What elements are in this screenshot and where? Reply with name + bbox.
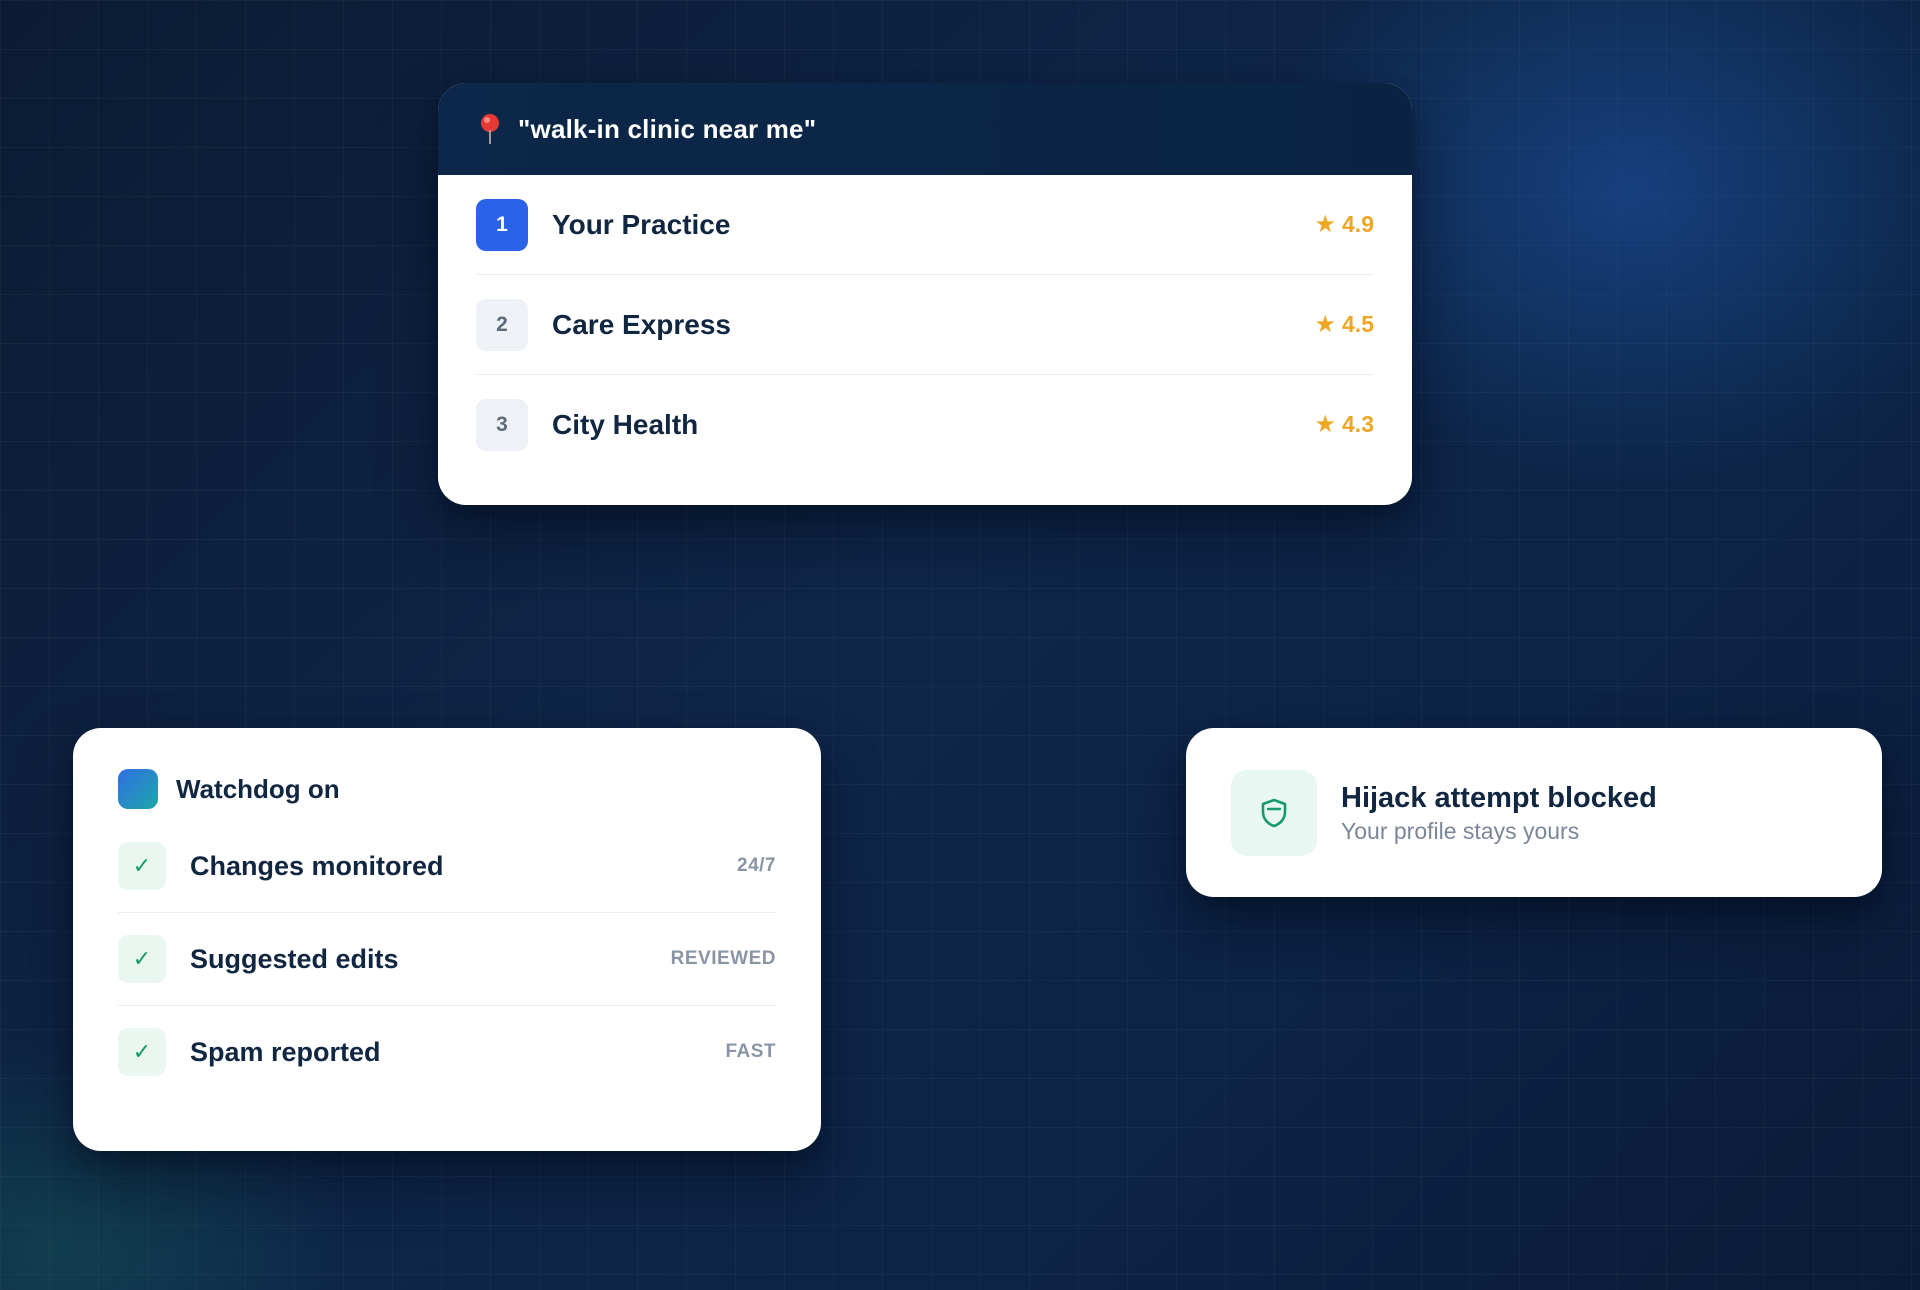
watchdog-card: Watchdog on ✓ Changes monitored 24/7 ✓ S…	[73, 728, 821, 1151]
search-header: "walk-in clinic near me"	[438, 83, 1412, 175]
check-meta: REVIEWED	[670, 948, 776, 969]
check-icon: ✓	[118, 935, 166, 983]
search-results-card: "walk-in clinic near me" 1 Your Practice…	[438, 83, 1412, 505]
shield-icon	[1231, 769, 1317, 856]
rating: ★ 4.5	[1315, 310, 1375, 339]
star-icon: ★	[1314, 311, 1337, 338]
check-row: ✓ Suggested edits REVIEWED	[118, 913, 776, 1006]
rank-badge: 1	[476, 198, 528, 251]
watchdog-checklist: ✓ Changes monitored 24/7 ✓ Suggested edi…	[118, 820, 776, 1098]
rating: ★ 4.3	[1315, 410, 1375, 439]
check-icon: ✓	[118, 842, 166, 890]
check-label: Spam reported	[190, 1036, 381, 1067]
check-meta: FAST	[725, 1041, 776, 1062]
check-row: ✓ Spam reported FAST	[118, 1006, 776, 1098]
check-meta: 24/7	[737, 855, 776, 876]
result-row[interactable]: 1 Your Practice ★ 4.9	[476, 175, 1374, 275]
result-row[interactable]: 3 City Health ★ 4.3	[476, 375, 1374, 474]
check-icon: ✓	[118, 1028, 166, 1076]
rank-badge: 3	[476, 398, 528, 451]
status-indicator-icon	[118, 769, 158, 809]
rating: ★ 4.9	[1315, 210, 1375, 239]
rating-value: 4.5	[1342, 311, 1374, 337]
watchdog-header: Watchdog on	[118, 768, 776, 810]
search-results-list: 1 Your Practice ★ 4.9 2 Care Express ★ 4…	[438, 175, 1412, 474]
result-name: City Health	[552, 408, 699, 440]
rank-badge: 2	[476, 298, 528, 351]
rating-value: 4.9	[1342, 211, 1374, 237]
check-row: ✓ Changes monitored 24/7	[118, 820, 776, 913]
check-label: Suggested edits	[190, 943, 399, 974]
watchdog-title: Watchdog on	[176, 773, 340, 804]
star-icon: ★	[1314, 411, 1337, 438]
rating-value: 4.3	[1342, 411, 1374, 437]
result-name: Your Practice	[552, 208, 731, 240]
alert-title: Hijack attempt blocked	[1341, 781, 1657, 814]
check-label: Changes monitored	[190, 850, 444, 881]
alert-subtitle: Your profile stays yours	[1341, 817, 1580, 844]
alert-card: Hijack attempt blocked Your profile stay…	[1186, 728, 1882, 897]
star-icon: ★	[1314, 211, 1337, 238]
map-pin-icon	[476, 113, 504, 145]
result-row[interactable]: 2 Care Express ★ 4.5	[476, 275, 1374, 375]
alert-text: Hijack attempt blocked Your profile stay…	[1341, 780, 1657, 846]
result-name: Care Express	[552, 308, 732, 340]
search-query: "walk-in clinic near me"	[518, 113, 817, 144]
